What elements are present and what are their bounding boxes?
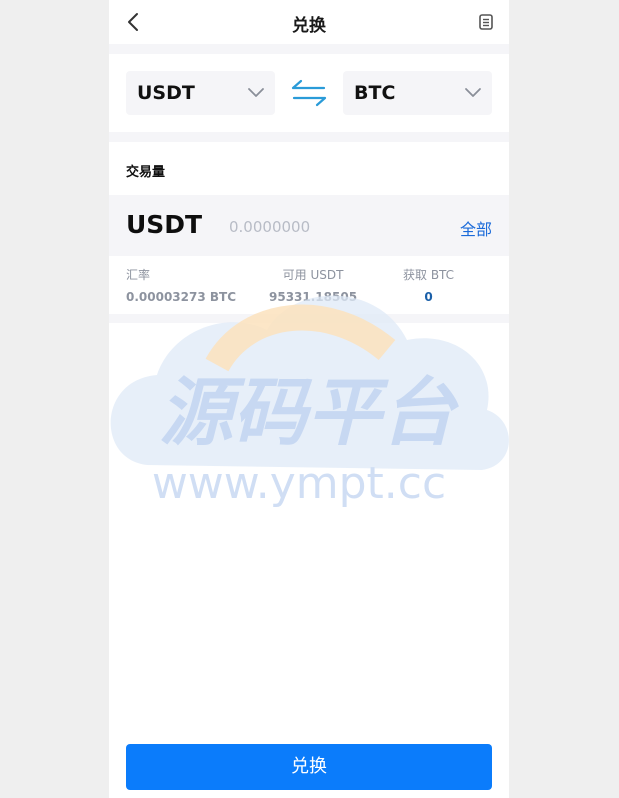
max-amount-button[interactable]: 全部	[460, 216, 492, 240]
available-info: 可用 USDT 95331.18505	[269, 266, 357, 304]
receive-value: 0	[424, 290, 433, 304]
chevron-down-icon	[248, 88, 264, 97]
watermark-text-cn: 源码平台	[159, 370, 459, 456]
swap-arrows-icon	[291, 79, 327, 107]
amount-section-label: 交易量	[126, 165, 166, 180]
receive-info: 获取 BTC 0	[403, 266, 454, 304]
from-currency-select[interactable]: USDT	[126, 71, 275, 115]
amount-currency: USDT	[126, 210, 203, 239]
exchange-screen: 兑换 USDT BTC 交易量 USDT 0.0000000 全部 汇率 0.0…	[109, 0, 509, 798]
page-title: 兑换	[292, 16, 326, 36]
exchange-submit-button[interactable]: 兑换	[126, 744, 492, 790]
divider	[109, 314, 509, 323]
watermark-text-url: www.ympt.cc	[152, 458, 446, 509]
divider	[109, 44, 509, 54]
chevron-down-icon	[465, 88, 481, 97]
amount-input[interactable]	[227, 212, 451, 242]
rate-label: 汇率	[126, 268, 151, 282]
rate-value: 0.00003273 BTC	[126, 290, 237, 304]
currency-pair-row: USDT BTC	[109, 54, 509, 132]
from-currency-label: USDT	[137, 82, 195, 104]
amount-section: 交易量 USDT 全部 汇率 0.00003273 BTC 可用 USDT 95…	[109, 142, 509, 314]
available-label: 可用 USDT	[282, 268, 344, 282]
document-list-icon	[479, 14, 493, 30]
rate-info: 汇率 0.00003273 BTC	[126, 266, 236, 304]
swap-button[interactable]	[290, 79, 328, 107]
available-value: 95331.18505	[269, 290, 358, 304]
to-currency-select[interactable]: BTC	[343, 71, 492, 115]
to-currency-label: BTC	[354, 82, 396, 104]
top-bar: 兑换	[109, 0, 509, 44]
history-button[interactable]	[477, 12, 495, 32]
divider	[109, 132, 509, 142]
amount-input-row: USDT 全部	[109, 195, 509, 256]
receive-label: 获取 BTC	[403, 268, 455, 282]
watermark-sun-arc	[205, 304, 396, 372]
